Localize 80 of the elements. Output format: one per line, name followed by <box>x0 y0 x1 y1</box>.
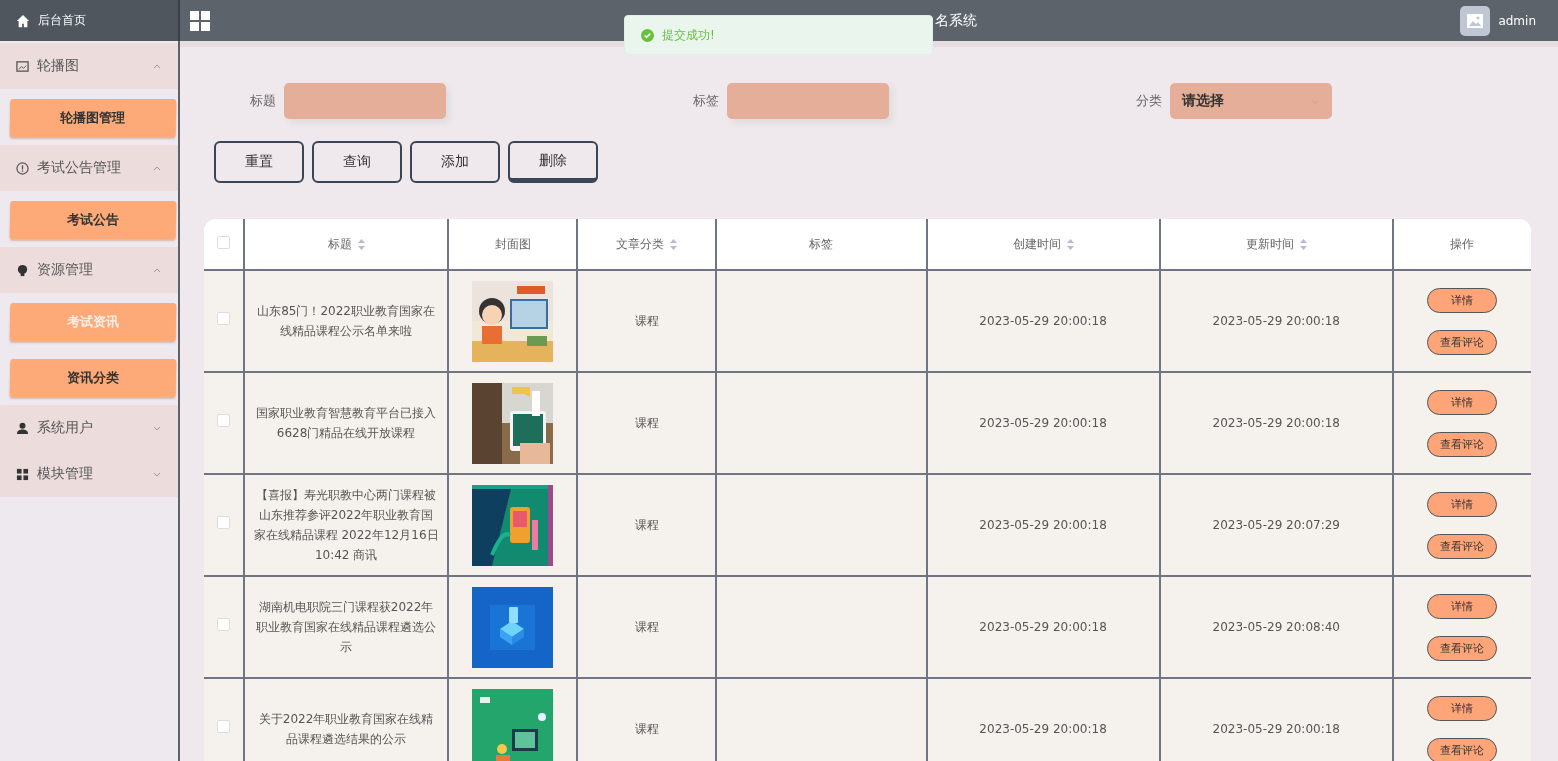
action-button[interactable]: 添加 <box>410 141 500 183</box>
input-field[interactable] <box>284 83 446 119</box>
toast-message: 提交成功! <box>662 26 715 44</box>
action-button[interactable]: 查看评论 <box>1427 431 1498 457</box>
table-cell: 【喜报】寿光职教中心两门课程被山东推荐参评2022年职业教育国家在线精品课程 2022年12月16日 10:42 商讯 <box>244 474 449 576</box>
column-header: 文章分类 <box>616 235 665 253</box>
home-icon <box>16 13 30 28</box>
sort-icon <box>1299 238 1307 250</box>
action-button[interactable]: 查看评论 <box>1427 329 1498 355</box>
action-button[interactable]: 详情 <box>1427 389 1498 415</box>
table-cell: 2023-05-29 20:00:18 <box>1159 270 1393 372</box>
checkbox[interactable] <box>217 720 230 733</box>
checkbox[interactable] <box>217 236 230 249</box>
table-cell: 课程 <box>577 576 717 678</box>
column-header: 操作 <box>1450 235 1475 253</box>
table-cell: 2023-05-29 20:00:18 <box>926 372 1160 474</box>
table-cell: 2023-05-29 20:00:18 <box>1159 372 1393 474</box>
grid-menu-icon[interactable] <box>190 10 210 31</box>
input-field[interactable] <box>727 83 889 119</box>
home-link[interactable]: 后台首页 <box>0 0 180 41</box>
action-button[interactable]: 详情 <box>1427 695 1498 721</box>
column-header: 更新时间 <box>1245 235 1294 253</box>
menu-item[interactable]: 考试公告 <box>9 201 177 239</box>
check-icon <box>641 28 654 42</box>
action-button[interactable]: 查询 <box>312 141 402 183</box>
sort-icon <box>357 238 365 250</box>
table-cell: 2023-05-29 20:00:18 <box>926 576 1160 678</box>
checkbox[interactable] <box>217 312 230 325</box>
menu-group-label: 模块管理 <box>37 465 93 483</box>
action-button[interactable]: 详情 <box>1427 593 1498 619</box>
checkbox[interactable] <box>217 618 230 631</box>
table-cell: 湖南机电职院三门课程获2022年职业教育国家在线精品课程遴选公示 <box>244 576 449 678</box>
table-cell: 2023-05-29 20:00:18 <box>926 270 1160 372</box>
checkbox[interactable] <box>217 516 230 529</box>
menu-group[interactable]: 轮播图 <box>0 43 178 89</box>
table-cell: 山东85门！2022职业教育国家在线精品课程公示名单来啦 <box>244 270 449 372</box>
menu-group[interactable]: 系统用户 <box>0 405 178 451</box>
table-cell: 课程 <box>577 270 717 372</box>
table-cell: 课程 <box>577 474 717 576</box>
menu-group-label: 系统用户 <box>37 419 93 437</box>
action-button[interactable]: 详情 <box>1427 491 1498 517</box>
menu-item[interactable]: 轮播图管理 <box>9 99 177 137</box>
system-title: 名系统 <box>935 12 977 30</box>
menu-group[interactable]: 模块管理 <box>0 451 178 497</box>
checkbox[interactable] <box>217 414 230 427</box>
column-header: 标签 <box>809 235 834 253</box>
action-button[interactable]: 详情 <box>1427 287 1498 313</box>
table-cell: 2023-05-29 20:00:18 <box>926 474 1160 576</box>
table-cell: 课程 <box>577 372 717 474</box>
action-button[interactable]: 查看评论 <box>1427 737 1498 761</box>
menu-item[interactable]: 资讯分类 <box>9 359 177 397</box>
avatar-image-icon[interactable] <box>1460 5 1491 36</box>
bulb-icon <box>16 263 29 277</box>
column-header: 标题 <box>327 235 352 253</box>
column-header: 创建时间 <box>1012 235 1061 253</box>
field-label: 分类 <box>1136 92 1162 110</box>
grid-icon <box>16 467 29 481</box>
info-icon <box>16 161 29 175</box>
sort-icon <box>670 238 678 250</box>
select-value: 请选择 <box>1182 92 1224 110</box>
user-icon <box>16 421 29 435</box>
table-cell: 国家职业教育智慧教育平台已接入6628门精品在线开放课程 <box>244 372 449 474</box>
action-button[interactable]: 查看评论 <box>1427 635 1498 661</box>
image-icon <box>16 59 29 73</box>
action-button[interactable]: 重置 <box>214 141 304 183</box>
menu-group-label: 轮播图 <box>37 57 79 75</box>
field-label: 标签 <box>693 92 719 110</box>
table-cell: 2023-05-29 20:08:40 <box>1159 576 1393 678</box>
menu-group-label: 资源管理 <box>37 261 93 279</box>
select-field[interactable]: 请选择 <box>1170 83 1332 119</box>
column-header: 封面图 <box>494 235 531 253</box>
user-name: admin <box>1498 13 1536 28</box>
menu-group[interactable]: 资源管理 <box>0 247 178 293</box>
action-button[interactable]: 查看评论 <box>1427 533 1498 559</box>
field-label: 标题 <box>250 92 276 110</box>
menu-group-label: 考试公告管理 <box>37 159 121 177</box>
action-button[interactable]: 删除 <box>508 141 598 183</box>
sort-icon <box>1066 238 1074 250</box>
menu-group[interactable]: 考试公告管理 <box>0 145 178 191</box>
table-cell: 2023-05-29 20:07:29 <box>1159 474 1393 576</box>
